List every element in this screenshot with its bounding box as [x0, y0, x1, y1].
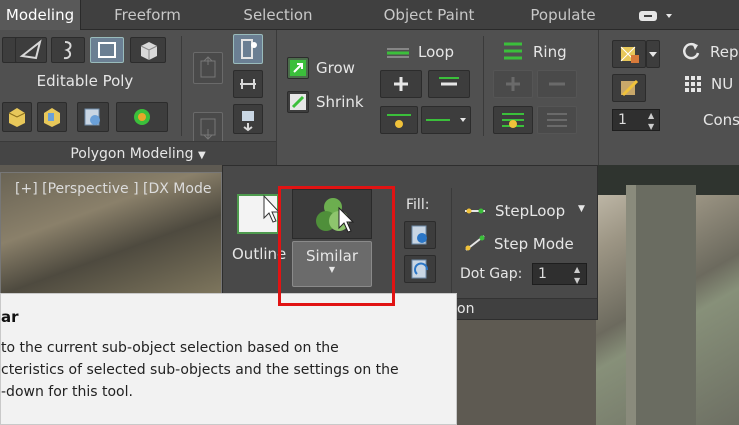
- tab-selection[interactable]: Selection: [224, 0, 332, 30]
- tab-populate[interactable]: Populate: [518, 0, 608, 30]
- spinner-value[interactable]: 1: [618, 112, 627, 128]
- loop-options-dropdown[interactable]: [421, 106, 471, 134]
- loop-mode-button[interactable]: [380, 106, 418, 134]
- panel-divider: [276, 30, 277, 165]
- ribbon-panel-area: Editable Poly Polygon Modeling ▼ Grow Sh…: [0, 30, 739, 165]
- polygon-modeling-label: Polygon Modeling: [70, 146, 194, 162]
- spinner-arrows-icon[interactable]: ▲ ▼: [648, 110, 654, 132]
- border-button[interactable]: [51, 37, 85, 63]
- tooltip-line-3: -down for this tool.: [1, 384, 133, 400]
- ring-shrink-button[interactable]: [537, 70, 577, 98]
- ring-options-button[interactable]: [537, 106, 577, 134]
- polygon-button[interactable]: [90, 37, 124, 63]
- chevron-down-icon[interactable]: [646, 40, 660, 68]
- constraints-label: Cons: [703, 111, 739, 129]
- loop-button[interactable]: Loop: [418, 43, 454, 61]
- show-end-result-button[interactable]: [233, 34, 263, 64]
- tooltip-line-1: to the current sub-object selection base…: [1, 340, 339, 356]
- stack-down-button[interactable]: [193, 112, 223, 144]
- dot-gap-spinner[interactable]: 1 ▲ ▼: [532, 263, 587, 285]
- dot-gap-label: Dot Gap:: [460, 266, 523, 282]
- tooltip: ar to the current sub-object selection b…: [0, 293, 457, 425]
- grid-icon: [683, 74, 703, 94]
- edge-button[interactable]: [15, 37, 47, 63]
- preserve-uvs-button[interactable]: [612, 40, 646, 68]
- scene-pillar: [626, 185, 696, 425]
- loop-shrink-button[interactable]: [428, 70, 470, 98]
- shrink-button[interactable]: Shrink: [316, 93, 364, 111]
- repeat-icon[interactable]: [680, 40, 702, 62]
- viewport-label[interactable]: [+] [Perspective ] [DX Mode: [1, 181, 223, 197]
- outline-icon[interactable]: [237, 194, 281, 234]
- tooltip-title: ar: [1, 308, 19, 326]
- tab-modeling[interactable]: Modeling: [0, 0, 81, 30]
- modifier-icon-4[interactable]: [116, 102, 168, 132]
- modifier-icon-3[interactable]: [77, 102, 109, 132]
- panel-divider: [451, 188, 452, 298]
- nurms-label[interactable]: NU: [711, 75, 733, 93]
- polygon-modeling-panel-footer[interactable]: Polygon Modeling ▼: [0, 141, 276, 165]
- repeat-last-button[interactable]: Rep: [710, 43, 739, 61]
- fill-label: Fill:: [406, 197, 430, 213]
- modifier-icon-1[interactable]: [2, 102, 32, 132]
- ring-icon[interactable]: [502, 40, 524, 62]
- chevron-down-icon[interactable]: ▼: [578, 204, 585, 214]
- steploop-button[interactable]: StepLoop: [495, 202, 565, 220]
- pin-stack-button[interactable]: [233, 70, 263, 98]
- ribbon-tab-bar: Modeling Freeform Selection Object Paint…: [0, 0, 739, 30]
- step-mode-button[interactable]: Step Mode: [494, 235, 574, 253]
- fill-mode-button[interactable]: [404, 255, 436, 283]
- ribbon-options-icon[interactable]: [638, 8, 680, 22]
- highlight-box: [278, 186, 395, 306]
- panel-divider: [483, 36, 484, 136]
- grow-button[interactable]: Grow: [316, 59, 355, 77]
- steploop-icon[interactable]: [463, 203, 487, 219]
- ring-grow-button[interactable]: [493, 70, 533, 98]
- polygon-modeling-panel: Editable Poly Polygon Modeling ▼: [0, 30, 276, 165]
- shrink-icon[interactable]: [287, 91, 309, 113]
- step-mode-icon[interactable]: [463, 233, 487, 253]
- flyout-footer-label: on: [457, 301, 475, 317]
- tab-object-paint[interactable]: Object Paint: [365, 0, 493, 30]
- tooltip-line-2: cteristics of selected sub-objects and t…: [1, 362, 399, 378]
- chevron-down-icon: ▼: [197, 150, 206, 161]
- spinner-arrows-icon[interactable]: ▲ ▼: [574, 264, 580, 286]
- editable-poly-label: Editable Poly: [36, 72, 134, 90]
- viewport-scene-image: [596, 165, 739, 425]
- stack-up-button[interactable]: [193, 52, 223, 84]
- modifier-icon-2[interactable]: [37, 102, 67, 132]
- panel-divider: [181, 36, 182, 136]
- fill-button[interactable]: [404, 221, 436, 249]
- dot-gap-value[interactable]: 1: [538, 266, 547, 282]
- paint-deformation-button[interactable]: [612, 74, 646, 102]
- collapse-stack-button[interactable]: [233, 104, 263, 134]
- ring-mode-button[interactable]: [493, 106, 533, 134]
- element-button[interactable]: [130, 37, 166, 63]
- grow-icon[interactable]: [287, 57, 309, 79]
- ring-button[interactable]: Ring: [533, 43, 567, 61]
- soft-select-spinner[interactable]: 1 ▲ ▼: [612, 109, 660, 131]
- loop-grow-button[interactable]: [380, 70, 422, 98]
- tab-freeform[interactable]: Freeform: [95, 0, 200, 30]
- perspective-viewport[interactable]: [+] [Perspective ] [DX Mode: [0, 172, 222, 297]
- panel-divider: [598, 30, 599, 165]
- loop-icon[interactable]: [385, 45, 411, 59]
